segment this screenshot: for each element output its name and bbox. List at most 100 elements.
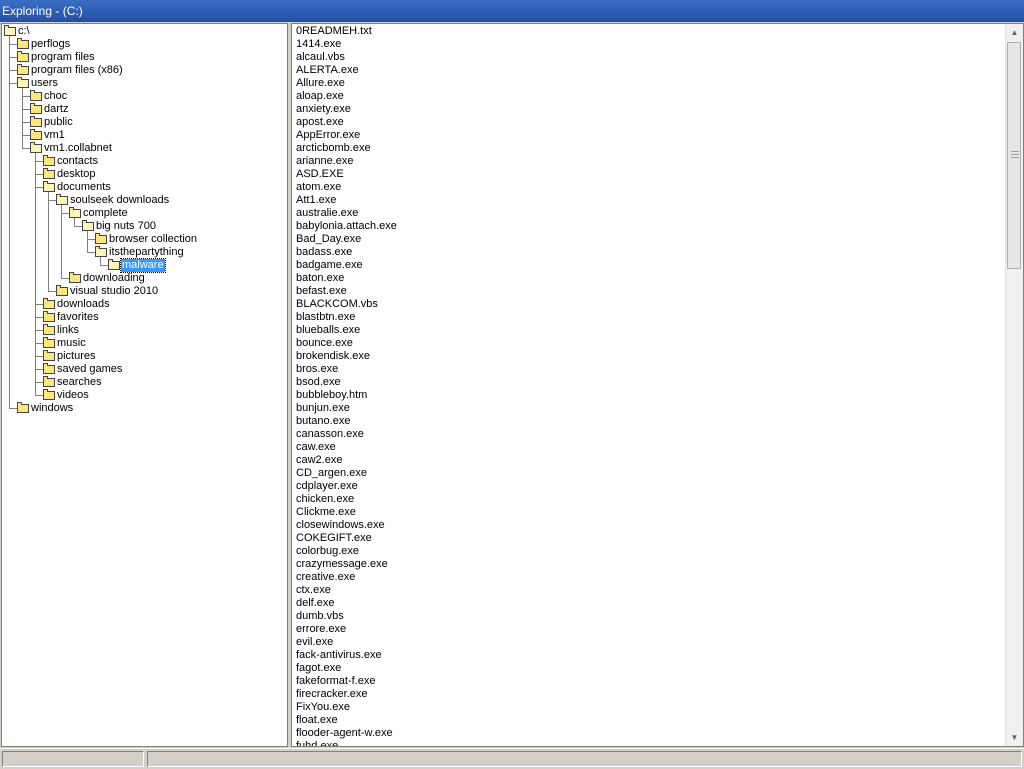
file-list-item[interactable]: delf.exe: [296, 597, 335, 610]
tree-item[interactable]: videos: [2, 389, 287, 402]
tree-item[interactable]: links: [2, 324, 287, 337]
file-list-item[interactable]: fack-antivirus.exe: [296, 649, 382, 662]
file-list-item[interactable]: befast.exe: [296, 285, 347, 298]
file-list-item[interactable]: bounce.exe: [296, 337, 353, 350]
tree-item[interactable]: pictures: [2, 350, 287, 363]
file-list-item[interactable]: bunjun.exe: [296, 402, 350, 415]
file-list-item[interactable]: badgame.exe: [296, 259, 363, 272]
file-list-item[interactable]: ctx.exe: [296, 584, 331, 597]
file-list-item[interactable]: Allure.exe: [296, 77, 345, 90]
scroll-down-arrow-icon[interactable]: ▼: [1006, 729, 1023, 746]
tree-item[interactable]: saved games: [2, 363, 287, 376]
tree-item[interactable]: vm1: [2, 129, 287, 142]
file-list-item[interactable]: blastbtn.exe: [296, 311, 355, 324]
file-list-item[interactable]: badass.exe: [296, 246, 352, 259]
tree-item[interactable]: malware: [2, 258, 287, 273]
file-list-item[interactable]: bros.exe: [296, 363, 338, 376]
tree-item-label: complete: [83, 207, 128, 219]
file-list-item[interactable]: FixYou.exe: [296, 701, 350, 714]
file-list-item[interactable]: brokendisk.exe: [296, 350, 370, 363]
file-list-item[interactable]: apost.exe: [296, 116, 344, 129]
folder-tree-pane[interactable]: c:\ perflogs program files program files (x…: [1, 23, 288, 747]
tree-item[interactable]: downloading: [2, 272, 287, 285]
file-list-item[interactable]: errore.exe: [296, 623, 346, 636]
file-list-item[interactable]: chicken.exe: [296, 493, 354, 506]
file-list-item[interactable]: ALERTA.exe: [296, 64, 359, 77]
status-bar: [0, 748, 1024, 769]
file-list-item[interactable]: CD_argen.exe: [296, 467, 367, 480]
file-list-item[interactable]: fuhd.exe: [296, 740, 338, 746]
tree-item[interactable]: dartz: [2, 103, 287, 116]
file-list-item[interactable]: float.exe: [296, 714, 338, 727]
file-list-item[interactable]: creative.exe: [296, 571, 355, 584]
file-list-item[interactable]: crazymessage.exe: [296, 558, 388, 571]
scrollbar-thumb[interactable]: [1007, 42, 1021, 269]
file-list-item[interactable]: ASD.EXE: [296, 168, 344, 181]
file-list-item[interactable]: bubbleboy.htm: [296, 389, 367, 402]
file-list-item[interactable]: caw.exe: [296, 441, 336, 454]
file-list-item[interactable]: 0READMEH.txt: [296, 25, 372, 38]
open-folder-icon: [17, 77, 29, 88]
tree-item[interactable]: choc: [2, 90, 287, 103]
file-list-item[interactable]: Att1.exe: [296, 194, 336, 207]
open-folder-icon: [30, 142, 42, 153]
tree-item[interactable]: contacts: [2, 155, 287, 168]
file-list-item[interactable]: atom.exe: [296, 181, 341, 194]
tree-item-label: perflogs: [31, 38, 71, 50]
file-list-item[interactable]: australie.exe: [296, 207, 358, 220]
tree-item[interactable]: favorites: [2, 311, 287, 324]
tree-item[interactable]: public: [2, 116, 287, 129]
file-list-item[interactable]: evil.exe: [296, 636, 333, 649]
tree-item[interactable]: desktop: [2, 168, 287, 181]
tree-item-label: documents: [57, 181, 111, 193]
file-list-item[interactable]: baton.exe: [296, 272, 344, 285]
file-list-item[interactable]: arianne.exe: [296, 155, 354, 168]
tree-item[interactable]: perflogs: [2, 38, 287, 51]
file-list-item[interactable]: COKEGIFT.exe: [296, 532, 372, 545]
file-list-item[interactable]: blueballs.exe: [296, 324, 360, 337]
tree-item[interactable]: program files: [2, 51, 287, 64]
file-list-pane[interactable]: ▲ ▼ 0READMEH.txt 1414.exe alcaul.vbs ALERTA…: [291, 23, 1024, 747]
file-list-item[interactable]: canasson.exe: [296, 428, 364, 441]
file-list-item[interactable]: fakeformat-f.exe: [296, 675, 375, 688]
file-list-item[interactable]: colorbug.exe: [296, 545, 359, 558]
file-list-item[interactable]: alcaul.vbs: [296, 51, 345, 64]
file-list-item[interactable]: caw2.exe: [296, 454, 342, 467]
tree-item[interactable]: music: [2, 337, 287, 350]
tree-item[interactable]: soulseek downloads: [2, 194, 287, 207]
file-list-item[interactable]: fagot.exe: [296, 662, 341, 675]
file-list-item[interactable]: anxiety.exe: [296, 103, 351, 116]
file-list-item[interactable]: AppError.exe: [296, 129, 360, 142]
tree-item[interactable]: users: [2, 77, 287, 90]
file-list-item[interactable]: cdplayer.exe: [296, 480, 358, 493]
tree-item[interactable]: visual studio 2010: [2, 285, 287, 298]
file-list-item[interactable]: flooder-agent-w.exe: [296, 727, 393, 740]
file-list-item[interactable]: dumb.vbs: [296, 610, 344, 623]
file-list-item[interactable]: Bad_Day.exe: [296, 233, 361, 246]
file-list-item[interactable]: arcticbomb.exe: [296, 142, 371, 155]
tree-item[interactable]: c:\: [2, 25, 287, 38]
tree-item[interactable]: searches: [2, 376, 287, 389]
file-list-item[interactable]: 1414.exe: [296, 38, 341, 51]
tree-item[interactable]: complete: [2, 207, 287, 220]
tree-item[interactable]: vm1.collabnet: [2, 142, 287, 155]
vertical-scrollbar[interactable]: ▲ ▼: [1005, 24, 1023, 746]
file-list-item[interactable]: butano.exe: [296, 415, 350, 428]
tree-item[interactable]: browser collection: [2, 233, 287, 246]
file-list-item[interactable]: aloap.exe: [296, 90, 344, 103]
tree-item[interactable]: windows: [2, 402, 287, 415]
file-list-item[interactable]: closewindows.exe: [296, 519, 385, 532]
tree-item[interactable]: documents: [2, 181, 287, 194]
file-list-item[interactable]: firecracker.exe: [296, 688, 368, 701]
scroll-up-arrow-icon[interactable]: ▲: [1006, 24, 1023, 41]
file-list-item[interactable]: babylonia.attach.exe: [296, 220, 397, 233]
file-list-item[interactable]: BLACKCOM.vbs: [296, 298, 378, 311]
window-title-bar[interactable]: Exploring - (C:): [0, 0, 1024, 22]
tree-item[interactable]: program files (x86): [2, 64, 287, 77]
tree-item[interactable]: big nuts 700: [2, 220, 287, 233]
open-folder-icon: [4, 25, 16, 36]
tree-item[interactable]: itsthepartything: [2, 246, 287, 259]
tree-item[interactable]: downloads: [2, 298, 287, 311]
file-list-item[interactable]: Clickme.exe: [296, 506, 356, 519]
file-list-item[interactable]: bsod.exe: [296, 376, 341, 389]
